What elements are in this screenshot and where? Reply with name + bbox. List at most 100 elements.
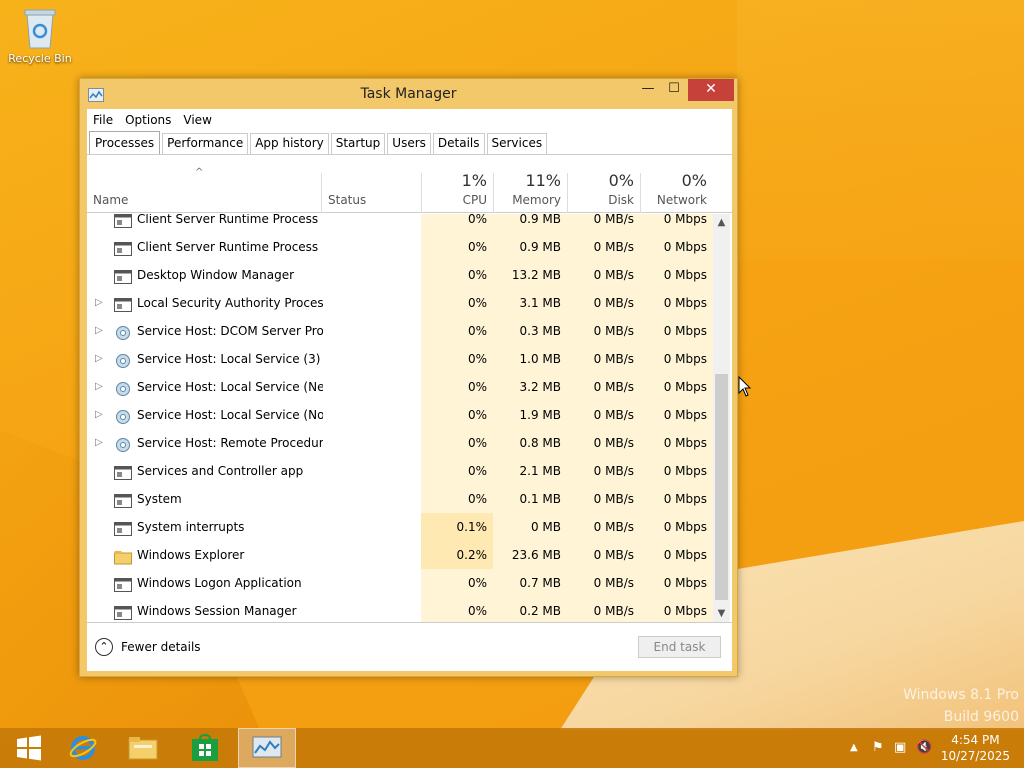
process-memory: 0.7 MB: [493, 569, 567, 597]
process-row[interactable]: ▷ Service Host: Local Service (3) 0% 1.0 MB…: [87, 345, 713, 373]
expand-chevron-icon[interactable]: ▷: [95, 317, 107, 345]
close-button[interactable]: ✕: [688, 79, 734, 101]
taskbar-file-explorer[interactable]: [114, 728, 172, 768]
process-name: Service Host: Remote Procedure...: [137, 436, 323, 450]
process-row[interactable]: ▷ Service Host: Remote Procedure... 0% 0.8 …: [87, 429, 713, 457]
process-cpu: 0%: [421, 429, 493, 457]
column-header-status[interactable]: Status: [321, 155, 421, 213]
taskbar-task-manager[interactable]: [238, 728, 296, 768]
column-header-disk[interactable]: 0% Disk: [567, 155, 640, 213]
process-row[interactable]: ▷ Local Security Authority Process... 0% 3.…: [87, 289, 713, 317]
process-disk: 0 MB/s: [567, 233, 640, 261]
end-task-button[interactable]: End task: [638, 636, 721, 658]
process-row[interactable]: Desktop Window Manager 0% 13.2 MB 0 MB/s 0 M…: [87, 261, 713, 289]
network-total: 0%: [681, 171, 707, 190]
process-disk: 0 MB/s: [567, 597, 640, 622]
process-network: 0 Mbps: [640, 541, 713, 569]
tab-services[interactable]: Services: [486, 133, 548, 154]
tab-performance[interactable]: Performance: [162, 133, 249, 154]
expand-chevron-icon[interactable]: ▷: [95, 429, 107, 457]
process-network: 0 Mbps: [640, 457, 713, 485]
action-center-flag-icon[interactable]: ⚑: [872, 740, 884, 755]
app-window-icon: [114, 603, 132, 620]
sort-ascending-icon: ^: [195, 167, 204, 178]
gear-icon: [114, 407, 132, 424]
process-network: 0 Mbps: [640, 485, 713, 513]
gear-icon: [114, 379, 132, 396]
tab-users[interactable]: Users: [387, 133, 431, 154]
scroll-down-icon[interactable]: ▼: [713, 605, 730, 622]
row-spacer: [95, 541, 107, 569]
memory-label: Memory: [512, 193, 561, 207]
row-spacer: [95, 233, 107, 261]
process-network: 0 Mbps: [640, 214, 713, 233]
volume-muted-icon[interactable]: 🔇: [916, 740, 932, 755]
tab-details[interactable]: Details: [432, 133, 485, 154]
process-network: 0 Mbps: [640, 373, 713, 401]
show-hidden-icons-icon[interactable]: ▲: [850, 742, 858, 753]
process-cpu: 0%: [421, 345, 493, 373]
process-name: Service Host: DCOM Server Proc...: [137, 324, 323, 338]
expand-chevron-icon[interactable]: ▷: [95, 373, 107, 401]
process-row[interactable]: System 0% 0.1 MB 0 MB/s 0 Mbps: [87, 485, 713, 513]
column-header-cpu[interactable]: 1% CPU: [421, 155, 493, 213]
process-cpu: 0%: [421, 485, 493, 513]
expand-chevron-icon[interactable]: ▷: [95, 345, 107, 373]
expand-chevron-icon[interactable]: ▷: [95, 401, 107, 429]
store-icon: [192, 734, 218, 761]
process-disk: 0 MB/s: [567, 214, 640, 233]
tab-startup[interactable]: Startup: [330, 133, 386, 154]
process-network: 0 Mbps: [640, 569, 713, 597]
process-row[interactable]: ▷ Service Host: Local Service (No I... 0% 1…: [87, 401, 713, 429]
network-icon[interactable]: ▣: [894, 740, 906, 755]
menu-bar: File Options View: [87, 109, 732, 131]
taskbar-store[interactable]: [176, 728, 234, 768]
process-row[interactable]: Client Server Runtime Process 0% 0.9 MB 0 M…: [87, 214, 713, 233]
title-bar[interactable]: Task Manager — ☐ ✕: [80, 79, 737, 109]
menu-view[interactable]: View: [183, 113, 217, 127]
app-window-icon: [114, 463, 132, 480]
process-network: 0 Mbps: [640, 513, 713, 541]
vertical-scrollbar[interactable]: ▲ ▼: [713, 214, 730, 622]
menu-file[interactable]: File: [93, 113, 119, 127]
process-network: 0 Mbps: [640, 317, 713, 345]
process-memory: 0.9 MB: [493, 233, 567, 261]
process-disk: 0 MB/s: [567, 429, 640, 457]
taskbar-internet-explorer[interactable]: [54, 728, 112, 768]
scrollbar-thumb[interactable]: [715, 374, 728, 600]
minimize-button[interactable]: —: [636, 79, 660, 101]
expand-chevron-icon[interactable]: ▷: [95, 289, 107, 317]
network-label: Network: [656, 193, 707, 207]
column-header-name[interactable]: ^ Name: [87, 155, 321, 213]
clock[interactable]: 4:54 PM 10/27/2025: [941, 732, 1010, 764]
process-row[interactable]: Windows Logon Application 0% 0.7 MB 0 MB/s 0…: [87, 569, 713, 597]
watermark-build: Build 9600: [943, 709, 1019, 725]
process-row[interactable]: ▷ Service Host: Local Service (Net... 0% 3.…: [87, 373, 713, 401]
process-row[interactable]: Windows Session Manager 0% 0.2 MB 0 MB/s 0 M…: [87, 597, 713, 622]
maximize-button[interactable]: ☐: [662, 79, 686, 101]
process-name: Service Host: Local Service (No I...: [137, 408, 323, 422]
process-row[interactable]: System interrupts 0.1% 0 MB 0 MB/s 0 Mbps: [87, 513, 713, 541]
process-disk: 0 MB/s: [567, 345, 640, 373]
process-disk: 0 MB/s: [567, 317, 640, 345]
process-cpu: 0%: [421, 233, 493, 261]
tab-app-history[interactable]: App history: [250, 133, 329, 154]
column-header-network[interactable]: 0% Network: [640, 155, 713, 213]
process-row[interactable]: Windows Explorer 0.2% 23.6 MB 0 MB/s 0 Mbps: [87, 541, 713, 569]
recycle-bin-desktop-icon[interactable]: Recycle Bin: [4, 6, 76, 65]
watermark-edition: Windows 8.1 Pro: [903, 687, 1019, 703]
app-window-icon: [114, 491, 132, 508]
fewer-details-button[interactable]: ⌃ Fewer details: [95, 638, 201, 656]
process-row[interactable]: ▷ Service Host: DCOM Server Proc... 0% 0.3 …: [87, 317, 713, 345]
process-row[interactable]: Services and Controller app 0% 2.1 MB 0 MB/…: [87, 457, 713, 485]
tab-processes[interactable]: Processes: [89, 131, 161, 154]
scroll-up-icon[interactable]: ▲: [713, 214, 730, 231]
process-name: Windows Session Manager: [137, 604, 297, 618]
column-header-memory[interactable]: 11% Memory: [493, 155, 567, 213]
menu-options[interactable]: Options: [125, 113, 177, 127]
process-network: 0 Mbps: [640, 401, 713, 429]
process-memory: 13.2 MB: [493, 261, 567, 289]
process-name: System: [137, 492, 182, 506]
start-button[interactable]: [0, 728, 58, 768]
process-row[interactable]: Client Server Runtime Process 0% 0.9 MB 0 M…: [87, 233, 713, 261]
